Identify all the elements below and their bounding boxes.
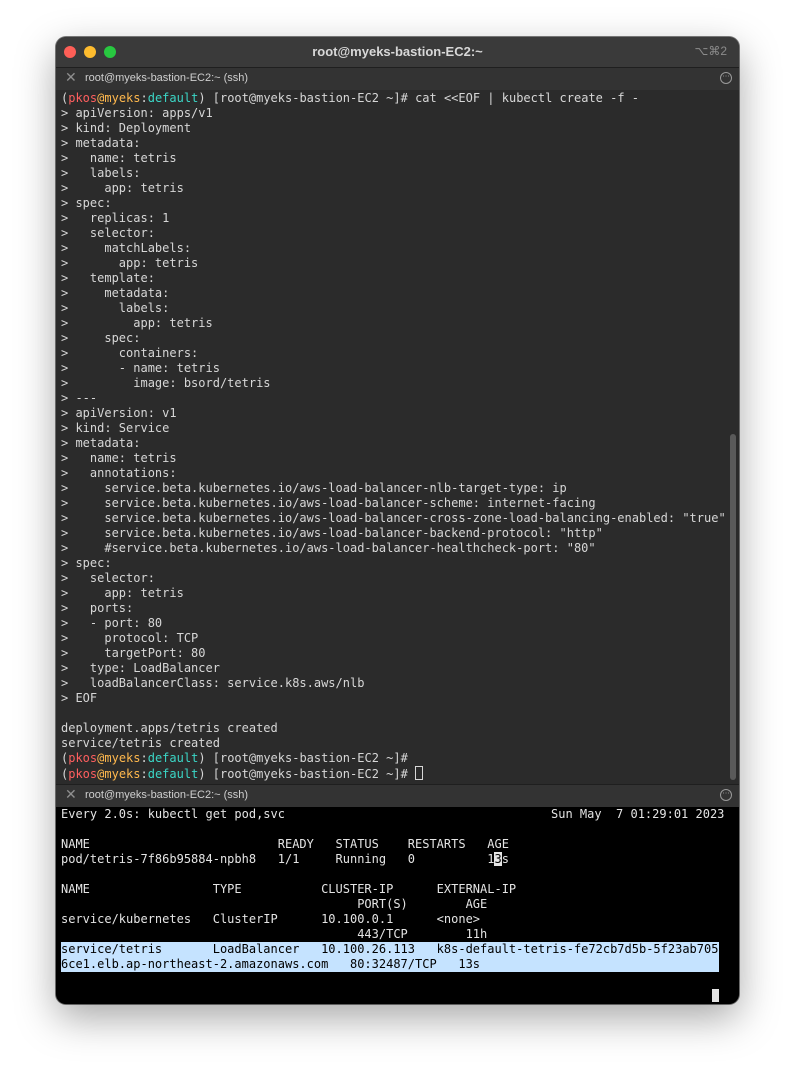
heredoc-line: > labels: (61, 301, 170, 315)
heredoc-line: > spec: (61, 331, 141, 345)
heredoc-line: > name: tetris (61, 451, 177, 465)
title-bar: root@myeks-bastion-EC2:~ ⌥⌘2 (56, 37, 739, 68)
heredoc-line: > name: tetris (61, 151, 177, 165)
block-cursor (712, 989, 719, 1002)
heredoc-line: > service.beta.kubernetes.io/aws-load-ba… (61, 481, 567, 495)
heredoc-line: > app: tetris (61, 316, 213, 330)
heredoc-line: > replicas: 1 (61, 211, 170, 225)
close-pane-icon[interactable]: ✕ (65, 70, 77, 86)
watch-output: Every 2.0s: kubectl get pod,svc Sun May 7… (61, 807, 739, 972)
prompt-line: (pkos@myeks:default) [root@myeks-bastion… (61, 751, 416, 765)
heredoc-line: > apiVersion: apps/v1 (61, 106, 213, 120)
heredoc-line: > matchLabels: (61, 241, 192, 255)
heredoc-line: > app: tetris (61, 181, 184, 195)
svc-row-kubernetes: service/kubernetes ClusterIP 10.100.0.1 … (61, 912, 481, 926)
output-line: service/tetris created (61, 736, 220, 750)
prompt-line: (pkos@myeks:default) [root@myeks-bastion… (61, 91, 640, 105)
watch-timestamp: Sun May 7 01:29:01 2023 (551, 807, 725, 821)
text-cursor (415, 766, 424, 780)
pane-options-icon[interactable]: ··· (720, 72, 732, 84)
heredoc-line: > metadata: (61, 136, 141, 150)
heredoc-line: > selector: (61, 571, 155, 585)
window-shortcut: ⌥⌘2 (694, 44, 727, 58)
svc-table-header: NAME TYPE CLUSTER-IP EXTERNAL-IP (61, 882, 517, 896)
window-title: root@myeks-bastion-EC2:~ (312, 44, 483, 59)
terminal-window: root@myeks-bastion-EC2:~ ⌥⌘2 ✕ root@myek… (56, 37, 739, 1004)
pane-options-icon[interactable]: ··· (720, 789, 732, 801)
heredoc-line: > type: LoadBalancer (61, 661, 220, 675)
svc-table-header: PORT(S) AGE (61, 897, 488, 911)
pane-1-header[interactable]: ✕ root@myeks-bastion-EC2:~ (ssh) ··· (56, 67, 739, 91)
terminal-output: (pkos@myeks:default) [root@myeks-bastion… (61, 91, 726, 781)
command-text: cat <<EOF | kubectl create -f - (415, 91, 640, 105)
heredoc-line: > ports: (61, 601, 134, 615)
heredoc-line: > service.beta.kubernetes.io/aws-load-ba… (61, 496, 596, 510)
heredoc-line: > containers: (61, 346, 199, 360)
heredoc-line: > app: tetris (61, 586, 184, 600)
heredoc-line: > #service.beta.kubernetes.io/aws-load-b… (61, 541, 596, 555)
heredoc-line: > spec: (61, 556, 112, 570)
heredoc-line: > - name: tetris (61, 361, 220, 375)
watch-header-line: Every 2.0s: kubectl get pod,svc Sun May 7… (61, 807, 725, 821)
heredoc-line: > annotations: (61, 466, 177, 480)
heredoc-line: > metadata: (61, 286, 170, 300)
scrollbar[interactable] (730, 434, 736, 780)
heredoc-line: > --- (61, 391, 98, 405)
pane-2-title: root@myeks-bastion-EC2:~ (ssh) (85, 789, 249, 801)
heredoc-line: > app: tetris (61, 256, 199, 270)
heredoc-line: > service.beta.kubernetes.io/aws-load-ba… (61, 526, 603, 540)
prompt-line[interactable]: (pkos@myeks:default) [root@myeks-bastion… (61, 766, 726, 781)
heredoc-line: > protocol: TCP (61, 631, 199, 645)
svc-row-tetris[interactable]: 6ce1.elb.ap-northeast-2.amazonaws.com 80… (61, 957, 739, 972)
heredoc-line: > - port: 80 (61, 616, 163, 630)
heredoc-line: > loadBalancerClass: service.k8s.aws/nlb (61, 676, 365, 690)
heredoc-line: > service.beta.kubernetes.io/aws-load-ba… (61, 511, 726, 525)
heredoc-line: > EOF (61, 691, 98, 705)
close-pane-icon[interactable]: ✕ (65, 787, 77, 803)
output-line: deployment.apps/tetris created (61, 721, 278, 735)
heredoc-line: > spec: (61, 196, 112, 210)
heredoc-line: > targetPort: 80 (61, 646, 206, 660)
heredoc-line: > template: (61, 271, 155, 285)
heredoc-line: > kind: Deployment (61, 121, 192, 135)
heredoc-line: > labels: (61, 166, 141, 180)
terminal-pane-2[interactable]: Every 2.0s: kubectl get pod,svc Sun May 7… (56, 807, 739, 1004)
terminal-pane-1[interactable]: (pkos@myeks:default) [root@myeks-bastion… (56, 90, 739, 782)
pane-1-title: root@myeks-bastion-EC2:~ (ssh) (85, 72, 249, 84)
pod-table-header: NAME READY STATUS RESTARTS AGE (61, 837, 509, 851)
heredoc-line: > metadata: (61, 436, 141, 450)
heredoc-line: > image: bsord/tetris (61, 376, 271, 390)
pane-2-header[interactable]: ✕ root@myeks-bastion-EC2:~ (ssh) ··· (56, 784, 739, 808)
heredoc-line: > apiVersion: v1 (61, 406, 177, 420)
svc-row-kubernetes: 443/TCP 11h (61, 927, 488, 941)
svc-row-tetris[interactable]: service/tetris LoadBalancer 10.100.26.11… (61, 942, 739, 957)
heredoc-line: > selector: (61, 226, 155, 240)
pod-row: pod/tetris-7f86b95884-npbh8 1/1 Running … (61, 852, 509, 866)
heredoc-line: > kind: Service (61, 421, 170, 435)
